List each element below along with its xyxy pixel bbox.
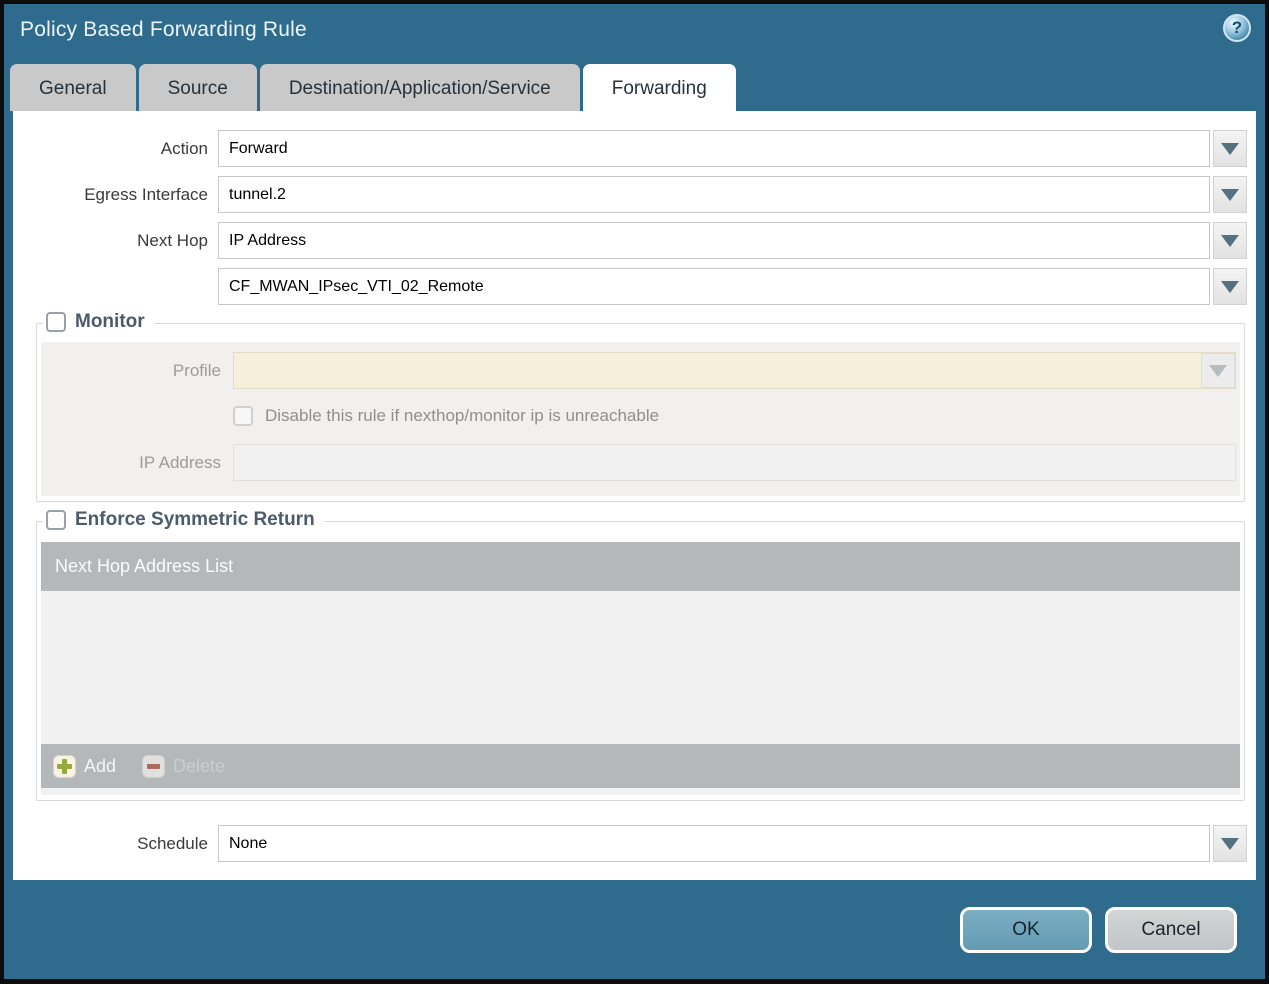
- monitor-checkbox[interactable]: [46, 312, 66, 332]
- monitor-fieldset: Monitor Profile Disable this rule if nex…: [36, 311, 1245, 502]
- delete-button: Delete: [142, 754, 226, 778]
- schedule-label: Schedule: [137, 833, 208, 853]
- monitor-ip-input: [233, 444, 1236, 481]
- next-hop-address-input[interactable]: [218, 268, 1210, 305]
- pbf-rule-dialog: Policy Based Forwarding Rule ? General S…: [4, 4, 1265, 979]
- symmetric-return-checkbox[interactable]: [46, 510, 66, 530]
- schedule-input[interactable]: [218, 825, 1210, 862]
- symmetric-return-legend: Enforce Symmetric Return: [43, 509, 324, 531]
- tab-content-forwarding: Action Egress Interface Next Hop: [13, 111, 1256, 880]
- profile-label: Profile: [172, 360, 221, 380]
- minus-icon: [142, 754, 166, 778]
- delete-button-label: Delete: [173, 755, 226, 776]
- profile-dropdown-button: [1201, 353, 1235, 388]
- disable-rule-checkbox: [233, 406, 253, 426]
- tab-destination-application-service[interactable]: Destination/Application/Service: [259, 64, 580, 111]
- profile-combo: [233, 352, 1236, 389]
- tab-general[interactable]: General: [10, 64, 136, 111]
- next-hop-row: Next Hop: [13, 222, 1247, 259]
- egress-interface-label: Egress Interface: [84, 184, 208, 204]
- profile-input: [233, 352, 1236, 389]
- next-hop-label: Next Hop: [137, 230, 208, 250]
- help-icon[interactable]: ?: [1223, 14, 1251, 42]
- ok-button[interactable]: OK: [960, 907, 1092, 953]
- schedule-row: Schedule: [13, 825, 1247, 862]
- disable-rule-label: Disable this rule if nexthop/monitor ip …: [265, 406, 660, 425]
- action-row: Action: [13, 130, 1247, 167]
- disable-rule-row: Disable this rule if nexthop/monitor ip …: [233, 401, 1236, 431]
- next-hop-address-table: Next Hop Address List Add Delete: [41, 542, 1240, 795]
- monitor-panel: Profile Disable this rule if nexthop/mon…: [41, 342, 1240, 496]
- chevron-down-icon: [1221, 234, 1239, 247]
- table-bottom-strip: [41, 788, 1240, 795]
- symmetric-return-legend-title: Enforce Symmetric Return: [75, 509, 315, 530]
- chevron-down-icon: [1221, 837, 1239, 850]
- next-hop-type-input[interactable]: [218, 222, 1210, 259]
- chevron-down-icon: [1221, 142, 1239, 155]
- add-button-label: Add: [84, 755, 117, 776]
- tab-bar: General Source Destination/Application/S…: [10, 64, 1265, 111]
- action-input[interactable]: [218, 130, 1210, 167]
- action-label: Action: [160, 138, 208, 158]
- monitor-legend: Monitor: [43, 311, 154, 333]
- monitor-ip-label: IP Address: [139, 452, 221, 472]
- schedule-dropdown-button[interactable]: [1213, 825, 1247, 862]
- next-hop-type-dropdown-button[interactable]: [1213, 222, 1247, 259]
- tab-forwarding[interactable]: Forwarding: [582, 64, 736, 111]
- tab-source[interactable]: Source: [138, 64, 257, 111]
- monitor-profile-row: Profile: [45, 352, 1236, 389]
- dialog-titlebar: Policy Based Forwarding Rule ?: [4, 4, 1265, 64]
- table-footer: Add Delete: [41, 744, 1240, 788]
- egress-interface-row: Egress Interface: [13, 176, 1247, 213]
- egress-interface-input[interactable]: [218, 176, 1210, 213]
- table-body-empty: [41, 591, 1240, 744]
- dialog-footer: OK Cancel: [4, 880, 1265, 976]
- help-icon-glyph: ?: [1231, 18, 1243, 37]
- cancel-button[interactable]: Cancel: [1105, 907, 1237, 953]
- add-button[interactable]: Add: [53, 754, 117, 778]
- chevron-down-icon: [1221, 280, 1239, 293]
- table-header-label: Next Hop Address List: [55, 556, 234, 576]
- next-hop-address-row: [13, 268, 1247, 305]
- dialog-title: Policy Based Forwarding Rule: [20, 18, 307, 41]
- monitor-ip-row: IP Address: [45, 444, 1236, 481]
- next-hop-address-dropdown-button[interactable]: [1213, 268, 1247, 305]
- monitor-legend-title: Monitor: [75, 311, 145, 332]
- egress-interface-dropdown-button[interactable]: [1213, 176, 1247, 213]
- symmetric-return-fieldset: Enforce Symmetric Return Next Hop Addres…: [36, 509, 1245, 801]
- chevron-down-icon: [1221, 188, 1239, 201]
- table-header: Next Hop Address List: [41, 542, 1240, 591]
- chevron-down-icon: [1209, 364, 1227, 377]
- action-dropdown-button[interactable]: [1213, 130, 1247, 167]
- plus-icon: [53, 754, 76, 778]
